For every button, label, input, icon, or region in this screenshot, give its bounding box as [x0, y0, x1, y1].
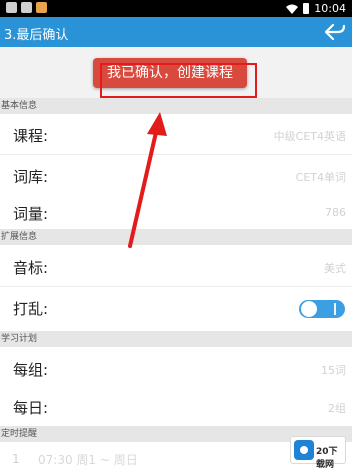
row-label: 每日:	[13, 399, 49, 417]
app-header: 3.最后确认	[0, 17, 352, 47]
shuffle-toggle[interactable]	[299, 300, 345, 318]
row-value: 美式	[324, 262, 346, 275]
status-time: 10:04	[314, 2, 346, 15]
status-right-icons: 10:04	[286, 1, 346, 16]
watermark-icon	[294, 440, 314, 460]
battery-icon	[303, 3, 310, 14]
annotation-highlight-box	[100, 63, 257, 98]
notification-icon	[6, 2, 17, 13]
section-header-basic: 基本信息	[0, 98, 352, 114]
watermark-text: 20下载网	[316, 447, 338, 470]
row-label: 每组:	[13, 361, 49, 379]
toggle-knob	[301, 301, 317, 317]
section-header-extended: 扩展信息	[0, 229, 352, 245]
row-value: 中级CET4英语	[273, 130, 346, 143]
status-left-icons	[6, 2, 47, 13]
section-header-plan: 学习计划	[0, 331, 352, 347]
row-label: 音标:	[13, 259, 49, 277]
row-value: 15词	[321, 364, 346, 377]
row-value: 786	[325, 206, 346, 219]
row-value: 2组	[328, 402, 346, 415]
row-label: 词量:	[13, 205, 49, 223]
row-label: 词库:	[13, 168, 49, 186]
row-phonetic[interactable]: 音标: 美式	[0, 246, 352, 286]
row-wordbank[interactable]: 词库: CET4单词	[0, 155, 352, 195]
back-arrow-icon[interactable]	[324, 22, 346, 42]
row-label: 课程:	[13, 127, 49, 145]
status-bar: 10:04	[0, 0, 352, 17]
watermark-logo: 20下载网	[290, 436, 346, 470]
row-value: CET4单词	[295, 171, 346, 184]
notification-icon	[21, 2, 32, 13]
row-course[interactable]: 课程: 中级CET4英语	[0, 114, 352, 154]
row-shuffle: 打乱:	[0, 287, 352, 327]
wifi-icon	[286, 4, 299, 14]
page-title: 3.最后确认	[4, 28, 69, 43]
app-icon	[36, 2, 47, 13]
row-label: 打乱:	[13, 300, 49, 318]
row-per-group[interactable]: 每组: 15词	[0, 348, 352, 388]
toggle-on-mark	[334, 303, 336, 315]
reminder-time: 07:30 周1 ~ 周日	[38, 453, 138, 467]
row-word-count[interactable]: 词量: 786	[0, 192, 352, 232]
reminder-number: 1	[12, 452, 20, 466]
row-per-day[interactable]: 每日: 2组	[0, 386, 352, 426]
